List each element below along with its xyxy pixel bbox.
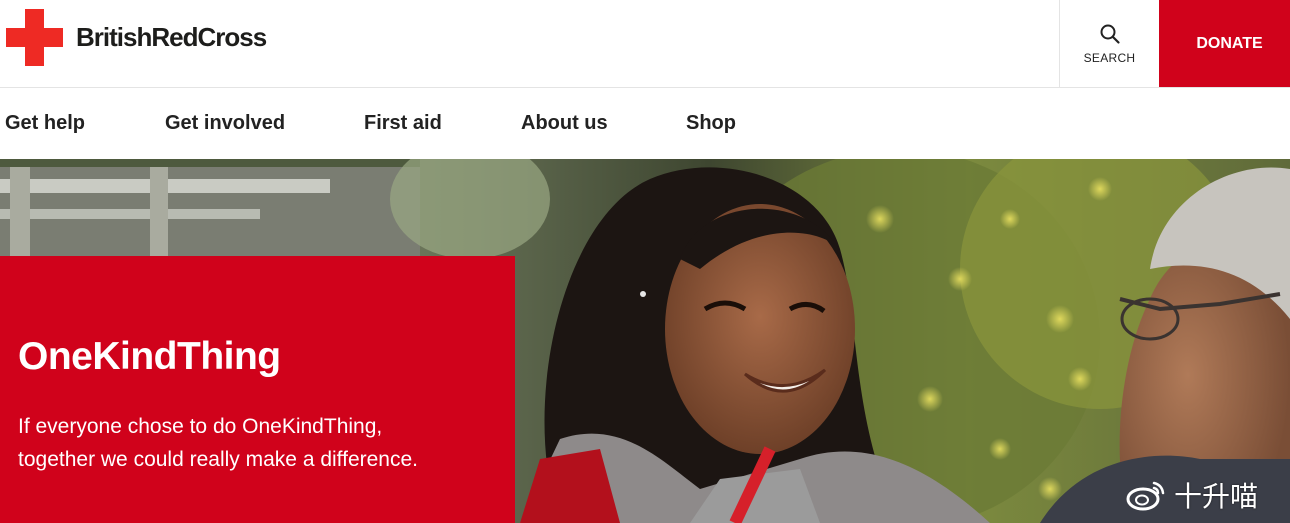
hero-description: If everyone chose to do OneKindThing, to… <box>18 415 419 471</box>
nav-item-about-us[interactable]: About us <box>521 112 608 135</box>
hero-title: OneKindThing <box>18 335 281 378</box>
weibo-watermark: 十升喵 <box>1126 475 1258 515</box>
search-label: SEARCH <box>1083 50 1136 65</box>
nav-item-shop[interactable]: Shop <box>686 112 736 135</box>
red-cross-icon <box>6 9 63 66</box>
main-nav: Get help Get involved First aid About us… <box>0 88 1290 159</box>
hero-text-panel: OneKindThing If everyone chose to do One… <box>0 256 515 523</box>
hero-banner: OneKindThing If everyone chose to do One… <box>0 159 1290 523</box>
nav-item-first-aid[interactable]: First aid <box>364 112 442 135</box>
donate-button[interactable]: DONATE <box>1159 0 1290 87</box>
weibo-icon <box>1126 481 1165 511</box>
logo-text: BritishRedCross <box>76 22 267 52</box>
search-button[interactable]: SEARCH <box>1059 0 1159 87</box>
site-header: BritishRedCross SEARCH DONATE <box>0 0 1290 88</box>
nav-item-get-help[interactable]: Get help <box>5 112 85 135</box>
search-icon <box>1100 24 1120 44</box>
british-red-cross-logo[interactable]: BritishRedCross <box>6 9 267 66</box>
nav-item-get-involved[interactable]: Get involved <box>165 112 285 135</box>
watermark-text: 十升喵 <box>1174 481 1259 512</box>
